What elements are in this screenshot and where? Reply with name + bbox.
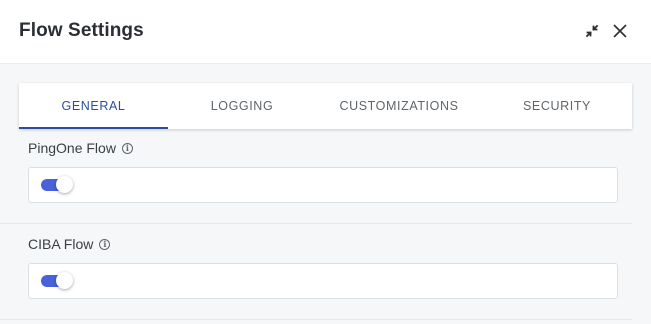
setting-label: PingOne Flow i <box>28 140 133 156</box>
toggle-knob <box>56 176 73 193</box>
settings-body: GENERAL LOGGING CUSTOMIZATIONS SECURITY … <box>0 64 651 324</box>
tab-bar: GENERAL LOGGING CUSTOMIZATIONS SECURITY <box>19 83 632 129</box>
collapse-arrows-icon[interactable] <box>582 21 602 41</box>
divider <box>0 319 632 320</box>
tab-logging[interactable]: LOGGING <box>168 83 316 129</box>
info-icon[interactable]: i <box>121 142 133 154</box>
panel-header: Flow Settings <box>0 0 651 64</box>
flow-settings-panel: Flow Settings GENERAL LOGGING CUSTOMIZAT… <box>0 0 651 324</box>
divider <box>0 223 632 224</box>
ciba-flow-toggle[interactable] <box>41 272 73 289</box>
setting-label-text: CIBA Flow <box>28 236 94 252</box>
pingone-flow-field <box>28 167 618 203</box>
setting-label: CIBA Flow i <box>28 236 111 252</box>
pingone-flow-toggle[interactable] <box>41 176 73 193</box>
page-title: Flow Settings <box>19 20 144 41</box>
toggle-knob <box>56 272 73 289</box>
tab-general[interactable]: GENERAL <box>19 83 168 129</box>
tab-customizations[interactable]: CUSTOMIZATIONS <box>316 83 482 129</box>
tab-security[interactable]: SECURITY <box>482 83 632 129</box>
ciba-flow-field <box>28 263 618 299</box>
setting-label-text: PingOne Flow <box>28 140 116 156</box>
close-icon[interactable] <box>610 21 630 41</box>
info-icon[interactable]: i <box>99 238 111 250</box>
